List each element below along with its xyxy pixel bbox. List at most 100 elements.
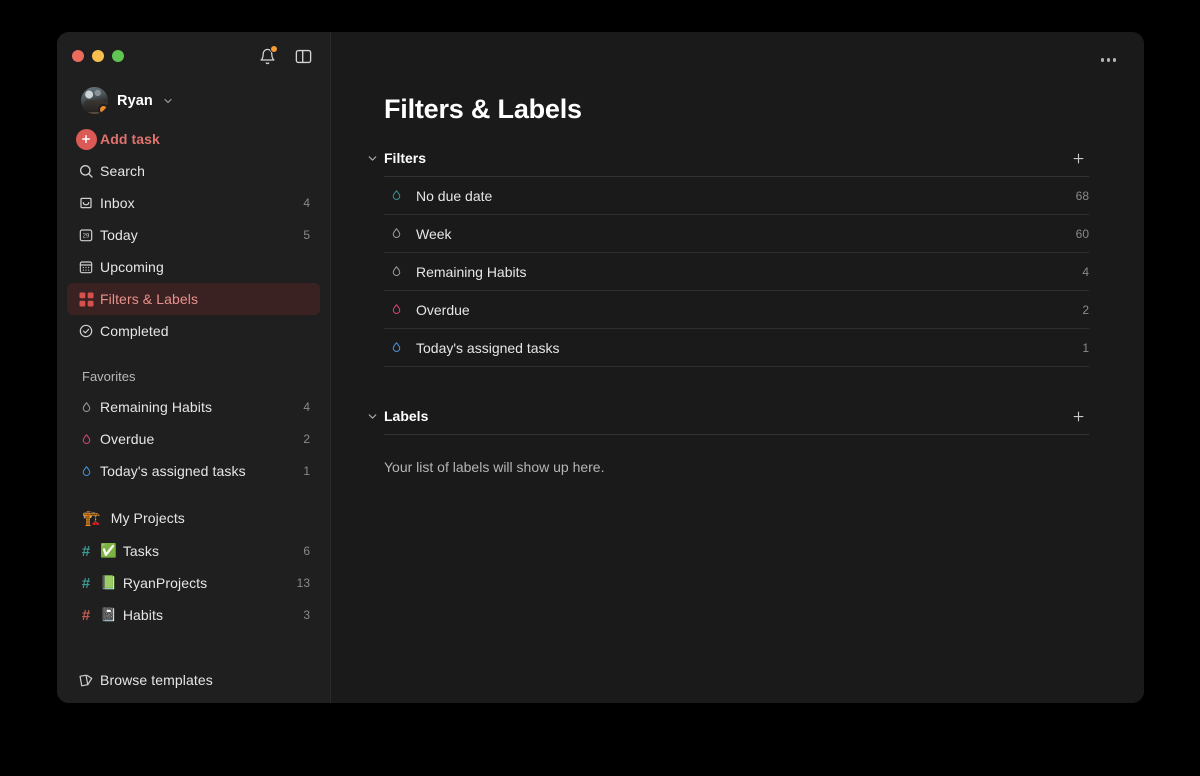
sidebar-item-upcoming[interactable]: Upcoming [67, 251, 320, 283]
filters-grid-icon [72, 291, 100, 307]
maximize-window-button[interactable] [112, 50, 124, 62]
labels-section-header: Labels [368, 405, 1089, 435]
filters-section-header: Filters [368, 147, 1089, 177]
calendar-grid-icon [72, 259, 100, 275]
filter-row[interactable]: Week 60 [384, 215, 1089, 253]
filter-name: No due date [416, 187, 493, 204]
sidebar-item-count: 4 [303, 196, 310, 210]
plus-icon [1073, 153, 1083, 163]
sidebar-item-filters-labels[interactable]: Filters & Labels [67, 283, 320, 315]
sidebar-favorite-overdue[interactable]: Overdue 2 [67, 423, 320, 455]
sidebar-item-count: 13 [296, 576, 310, 590]
more-options-button[interactable] [1095, 54, 1123, 66]
sidebar-project-habits[interactable]: # 📓 Habits 3 [67, 599, 320, 631]
sidebar-item-inbox[interactable]: Inbox 4 [67, 187, 320, 219]
sidebar: Ryan Add task Search Inbox 4 29 Today 5 … [57, 32, 331, 703]
filter-droplet-icon [72, 464, 100, 479]
add-filter-button[interactable] [1067, 147, 1089, 169]
sidebar-item-today[interactable]: 29 Today 5 [67, 219, 320, 251]
close-window-button[interactable] [72, 50, 84, 62]
sidebar-toggle-button[interactable] [292, 45, 314, 67]
main-toolbar [331, 32, 1144, 88]
app-window: Ryan Add task Search Inbox 4 29 Today 5 … [57, 32, 1144, 703]
templates-icon [72, 672, 100, 689]
filter-droplet-icon [388, 340, 404, 355]
filter-row[interactable]: Remaining Habits 4 [384, 253, 1089, 291]
main-body: Filters & Labels Filters No due date 68 … [331, 88, 1144, 475]
user-menu-button[interactable]: Ryan [67, 82, 320, 119]
sidebar-project-tasks[interactable]: # ✅ Tasks 6 [67, 535, 320, 567]
sidebar-item-label: Remaining Habits [100, 399, 213, 415]
project-emoji-icon: 📓 [100, 607, 117, 622]
sidebar-footer: Browse templates [57, 657, 330, 703]
filter-row[interactable]: Overdue 2 [384, 291, 1089, 329]
filter-droplet-icon [72, 400, 100, 415]
sidebar-favorite-today-assigned[interactable]: Today's assigned tasks 1 [67, 455, 320, 487]
favorites-section-title: Favorites [82, 368, 136, 384]
minimize-window-button[interactable] [92, 50, 104, 62]
sidebar-item-completed[interactable]: Completed [67, 315, 320, 347]
sidebar-item-label: Tasks [122, 543, 160, 559]
labels-section-title: Labels [384, 408, 429, 424]
filter-row[interactable]: No due date 68 [384, 177, 1089, 215]
plus-icon [1073, 411, 1083, 421]
sidebar-item-count: 3 [303, 608, 310, 622]
sidebar-item-count: 5 [303, 228, 310, 242]
chevron-down-icon[interactable] [360, 152, 384, 165]
window-titlebar [57, 32, 330, 80]
sidebar-item-label: RyanProjects [122, 575, 208, 591]
sidebar-favorite-remaining-habits[interactable]: Remaining Habits 4 [67, 391, 320, 423]
plus-circle-icon [72, 128, 100, 150]
filter-count: 1 [1082, 340, 1089, 355]
projects-emoji-icon: 🏗️ [82, 509, 101, 527]
traffic-lights [72, 50, 124, 62]
filter-count: 60 [1075, 226, 1089, 241]
inbox-icon [72, 195, 100, 211]
sidebar-item-label: Overdue [100, 431, 155, 447]
add-label-button[interactable] [1067, 405, 1089, 427]
filter-droplet-icon [388, 302, 404, 317]
chevron-down-icon[interactable] [360, 410, 384, 423]
sidebar-item-label: Completed [100, 323, 169, 339]
my-projects-header[interactable]: 🏗️ My Projects [67, 501, 320, 535]
filter-droplet-icon [388, 188, 404, 203]
my-projects-label: My Projects [110, 510, 185, 526]
calendar-29-icon: 29 [72, 227, 100, 243]
primary-nav: Add task Search Inbox 4 29 Today 5 Upcom… [57, 123, 330, 631]
browse-templates-label: Browse templates [100, 672, 213, 688]
sidebar-item-label: Upcoming [100, 259, 164, 275]
hash-icon: # [81, 542, 91, 560]
search-icon [72, 163, 100, 179]
filter-droplet-icon [388, 264, 404, 279]
notification-badge [270, 45, 278, 53]
labels-section: Labels Your list of labels will show up … [368, 405, 1089, 475]
sidebar-scroll-area[interactable]: Add task Search Inbox 4 29 Today 5 Upcom… [57, 123, 330, 657]
avatar-status-badge [98, 104, 108, 114]
main-content: Filters & Labels Filters No due date 68 … [331, 32, 1144, 703]
page-title: Filters & Labels [384, 94, 582, 124]
filter-count: 68 [1075, 188, 1089, 203]
filter-droplet-icon [388, 226, 404, 241]
filters-section-title: Filters [384, 150, 427, 166]
notifications-button[interactable] [256, 45, 278, 67]
browse-templates-button[interactable]: Browse templates [67, 664, 320, 696]
sidebar-item-label: Inbox [100, 195, 135, 211]
svg-text:29: 29 [83, 234, 90, 240]
avatar [81, 87, 108, 114]
add-task-button[interactable]: Add task [67, 123, 320, 155]
sidebar-item-label: Today's assigned tasks [100, 463, 246, 479]
sidebar-item-count: 1 [303, 464, 310, 478]
sidebar-item-label: Today [100, 227, 138, 243]
filters-section: Filters No due date 68 Week 60 Remaining… [368, 147, 1089, 367]
sidebar-project-ryanprojects[interactable]: # 📗 RyanProjects 13 [67, 567, 320, 599]
more-options-icon [1100, 58, 1104, 62]
sidebar-item-count: 4 [303, 400, 310, 414]
hash-icon: # [81, 574, 91, 592]
filter-row[interactable]: Today's assigned tasks 1 [384, 329, 1089, 367]
check-circle-icon [72, 323, 100, 339]
sidebar-item-search[interactable]: Search [67, 155, 320, 187]
hash-icon: # [81, 606, 91, 624]
sidebar-item-label: Search [100, 163, 145, 179]
filter-name: Today's assigned tasks [416, 339, 560, 356]
sidebar-item-count: 6 [303, 544, 310, 558]
